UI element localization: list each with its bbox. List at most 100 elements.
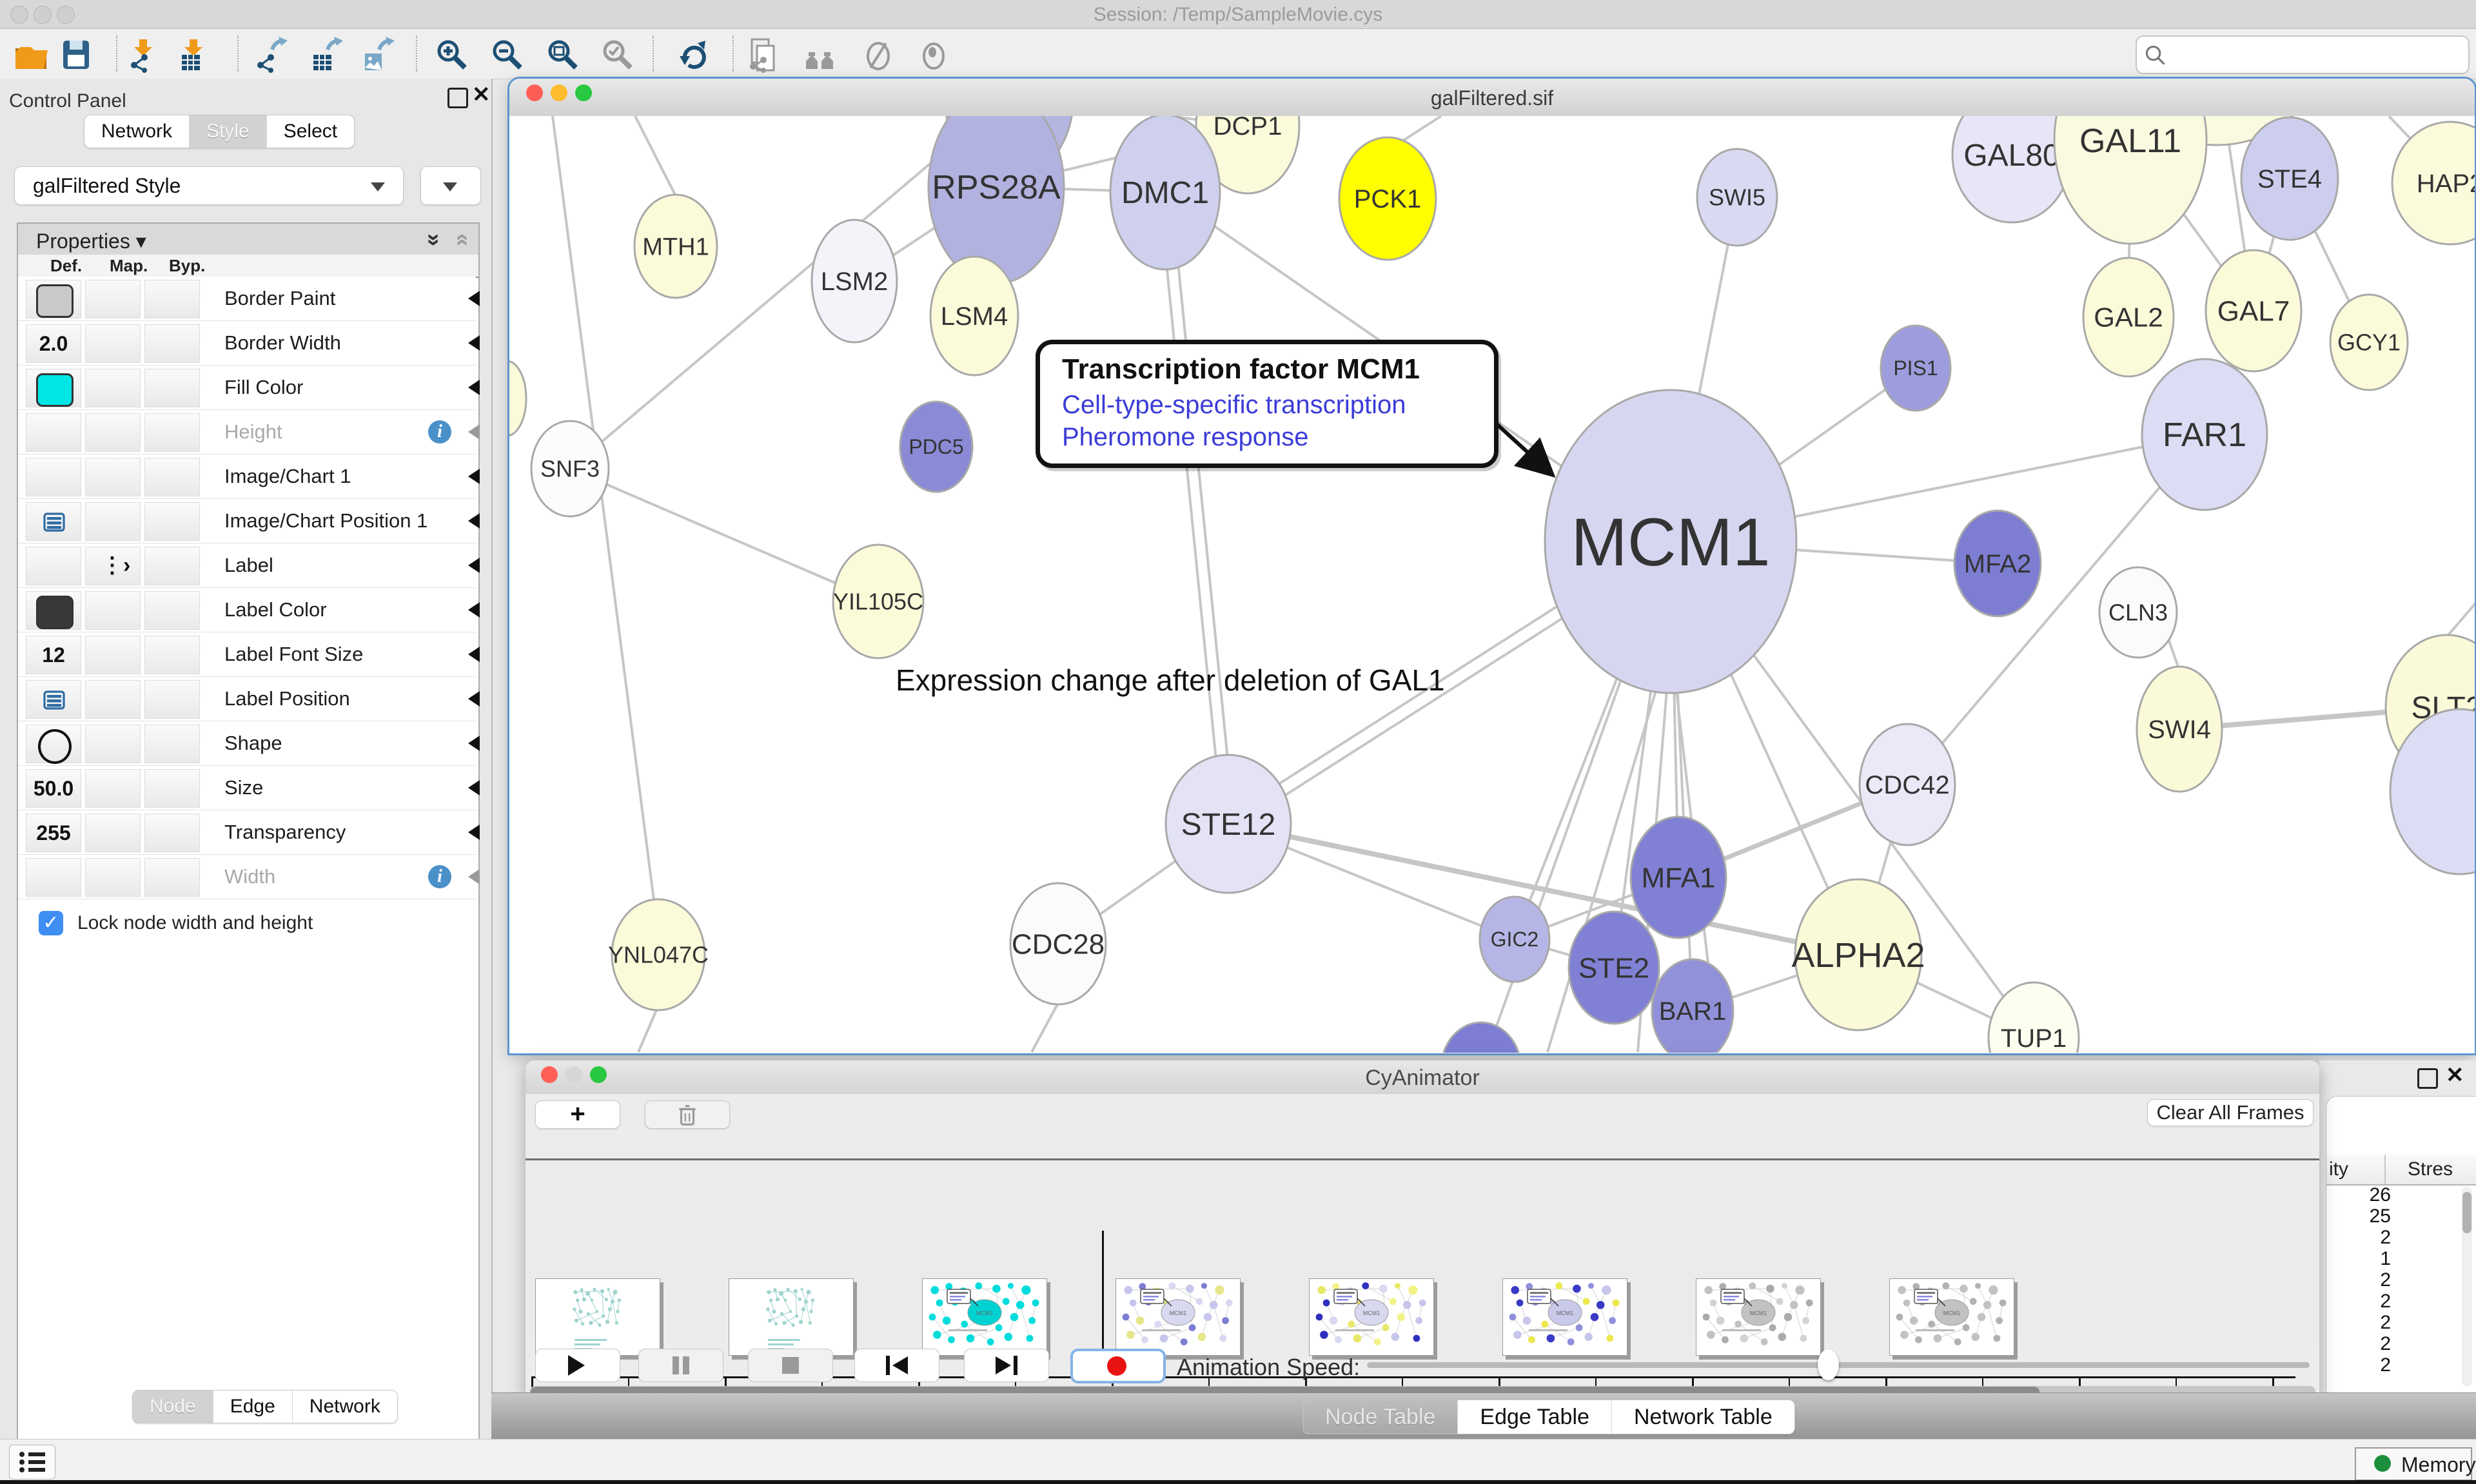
zoom-selected-icon[interactable] bbox=[600, 37, 636, 73]
table-cell[interactable]: 2 bbox=[2326, 1269, 2391, 1291]
table-cell[interactable]: 2 bbox=[2326, 1291, 2391, 1313]
byp-cell[interactable] bbox=[144, 858, 200, 897]
byp-cell[interactable] bbox=[144, 502, 200, 541]
def-cell[interactable] bbox=[26, 458, 81, 496]
node-ste12[interactable]: STE12 bbox=[1166, 755, 1291, 893]
node-gal80[interactable]: GAL80 bbox=[1952, 116, 2071, 222]
default-swatch[interactable] bbox=[36, 284, 74, 318]
property-row-width[interactable]: Width i bbox=[18, 855, 476, 899]
node-rps28a[interactable]: RPS28A bbox=[928, 116, 1064, 284]
clear-all-frames-button[interactable]: Clear All Frames bbox=[2147, 1099, 2314, 1126]
table-cell[interactable]: 1 bbox=[2326, 1248, 2391, 1270]
hide-details-icon[interactable] bbox=[860, 37, 896, 73]
node-bar1[interactable]: BAR1 bbox=[1652, 959, 1733, 1053]
search-input[interactable] bbox=[2172, 39, 2458, 69]
map-cell[interactable]: ⋮› bbox=[85, 547, 141, 585]
byp-cell[interactable] bbox=[144, 547, 200, 585]
lock-size-row[interactable]: ✓ Lock node width and height bbox=[18, 903, 476, 943]
map-cell[interactable] bbox=[85, 591, 141, 630]
def-cell[interactable] bbox=[26, 280, 81, 318]
lock-checkbox[interactable]: ✓ bbox=[39, 911, 63, 935]
expand-property-icon[interactable] bbox=[468, 691, 480, 707]
node-pdc5[interactable]: PDC5 bbox=[900, 402, 972, 492]
frame-thumbnail-5[interactable]: MCM1 bbox=[1502, 1278, 1627, 1356]
node-swi4[interactable]: SWI4 bbox=[2137, 667, 2222, 792]
open-folder-icon[interactable] bbox=[13, 37, 49, 73]
node-ste2[interactable]: STE2 bbox=[1569, 912, 1659, 1024]
table-cell[interactable]: 2 bbox=[2326, 1333, 2391, 1355]
node-mfa2[interactable]: MFA2 bbox=[1954, 511, 2041, 616]
node-mth1[interactable]: MTH1 bbox=[634, 195, 717, 298]
tab-node[interactable]: Node bbox=[133, 1391, 213, 1423]
def-cell[interactable] bbox=[26, 413, 81, 452]
column-divider[interactable] bbox=[2384, 1155, 2386, 1184]
float-panel-icon[interactable] bbox=[447, 88, 468, 108]
table-cell[interactable]: 2 bbox=[2326, 1312, 2391, 1334]
table-cell[interactable]: 25 bbox=[2326, 1206, 2391, 1227]
byp-cell[interactable] bbox=[144, 324, 200, 363]
map-cell[interactable] bbox=[85, 458, 141, 496]
float-table-icon[interactable] bbox=[2417, 1068, 2438, 1089]
frame-thumbnail-2[interactable]: MCM1 bbox=[922, 1278, 1047, 1356]
frame-thumbnail-0[interactable] bbox=[535, 1278, 660, 1356]
play-button[interactable] bbox=[535, 1349, 620, 1382]
network-canvas[interactable]: DCP1RPS28ADMC1PCK1SWI5GAL80GAL11STE4HAP2… bbox=[509, 116, 2475, 1053]
refresh-icon[interactable] bbox=[676, 37, 712, 73]
node-cln3[interactable]: CLN3 bbox=[2099, 567, 2177, 658]
tab-network[interactable]: Network bbox=[84, 115, 190, 148]
node-mcm1[interactable]: MCM1 bbox=[1545, 390, 1796, 693]
export-network-icon[interactable] bbox=[253, 37, 289, 73]
zoom-out-icon[interactable] bbox=[489, 37, 526, 73]
def-cell[interactable] bbox=[26, 547, 81, 585]
map-cell[interactable] bbox=[85, 814, 141, 852]
node-ste4[interactable]: STE4 bbox=[2241, 117, 2338, 240]
expand-property-icon[interactable] bbox=[468, 736, 480, 751]
expand-property-icon[interactable] bbox=[468, 291, 480, 306]
node-lsm4[interactable]: LSM4 bbox=[930, 257, 1018, 375]
expand-property-icon[interactable] bbox=[468, 825, 480, 840]
def-cell[interactable]: 2.0 bbox=[26, 324, 81, 363]
node-gal2[interactable]: GAL2 bbox=[2083, 258, 2174, 376]
expand-property-icon[interactable] bbox=[468, 335, 480, 351]
property-row-height[interactable]: Height i bbox=[18, 410, 476, 454]
node-far1[interactable]: FAR1 bbox=[2142, 359, 2267, 510]
def-cell[interactable]: 50.0 bbox=[26, 769, 81, 808]
def-cell[interactable] bbox=[26, 369, 81, 407]
expand-property-icon[interactable] bbox=[468, 424, 480, 440]
byp-cell[interactable] bbox=[144, 769, 200, 808]
def-cell[interactable] bbox=[26, 725, 81, 763]
default-value[interactable]: 12 bbox=[26, 643, 81, 667]
passthrough-mapping-icon[interactable]: ⋮› bbox=[101, 552, 130, 578]
map-cell[interactable] bbox=[85, 680, 141, 719]
node-gal7[interactable]: GAL7 bbox=[2206, 250, 2301, 371]
node-snf3[interactable]: SNF3 bbox=[531, 421, 609, 516]
pause-button[interactable] bbox=[638, 1349, 723, 1382]
speed-slider-handle[interactable] bbox=[1818, 1349, 1839, 1380]
map-cell[interactable] bbox=[85, 858, 141, 897]
default-value[interactable]: 2.0 bbox=[26, 332, 81, 356]
def-cell[interactable] bbox=[26, 502, 81, 541]
property-row-label-position[interactable]: Label Position bbox=[18, 677, 476, 721]
node-gcy1[interactable]: GCY1 bbox=[2330, 295, 2408, 390]
byp-cell[interactable] bbox=[144, 591, 200, 630]
table-header-row[interactable]: ity Stres bbox=[2326, 1155, 2476, 1186]
property-row-size[interactable]: 50.0 Size bbox=[18, 766, 476, 810]
map-cell[interactable] bbox=[85, 636, 141, 674]
info-icon[interactable]: i bbox=[428, 420, 451, 444]
node-pis1[interactable]: PIS1 bbox=[1881, 326, 1950, 411]
import-table-icon[interactable] bbox=[177, 37, 213, 73]
import-network-icon[interactable] bbox=[126, 37, 162, 73]
byp-cell[interactable] bbox=[144, 413, 200, 452]
node-gal11[interactable]: GAL11 bbox=[2054, 116, 2206, 244]
property-row-label[interactable]: ⋮› Label bbox=[18, 543, 476, 588]
info-icon[interactable]: i bbox=[428, 865, 451, 888]
annotation-box[interactable]: Transcription factor MCM1 Cell-type-spec… bbox=[1036, 340, 1498, 468]
table-cell[interactable]: 26 bbox=[2326, 1184, 2391, 1206]
tab-edge[interactable]: Edge bbox=[213, 1391, 293, 1423]
skip-to-start-button[interactable] bbox=[854, 1349, 939, 1382]
node-bstub[interactable] bbox=[1441, 1022, 1521, 1053]
node-pck1[interactable]: PCK1 bbox=[1339, 137, 1436, 260]
default-value[interactable]: 255 bbox=[26, 821, 81, 845]
stop-button[interactable] bbox=[748, 1349, 833, 1382]
node-lstub[interactable] bbox=[509, 361, 526, 436]
